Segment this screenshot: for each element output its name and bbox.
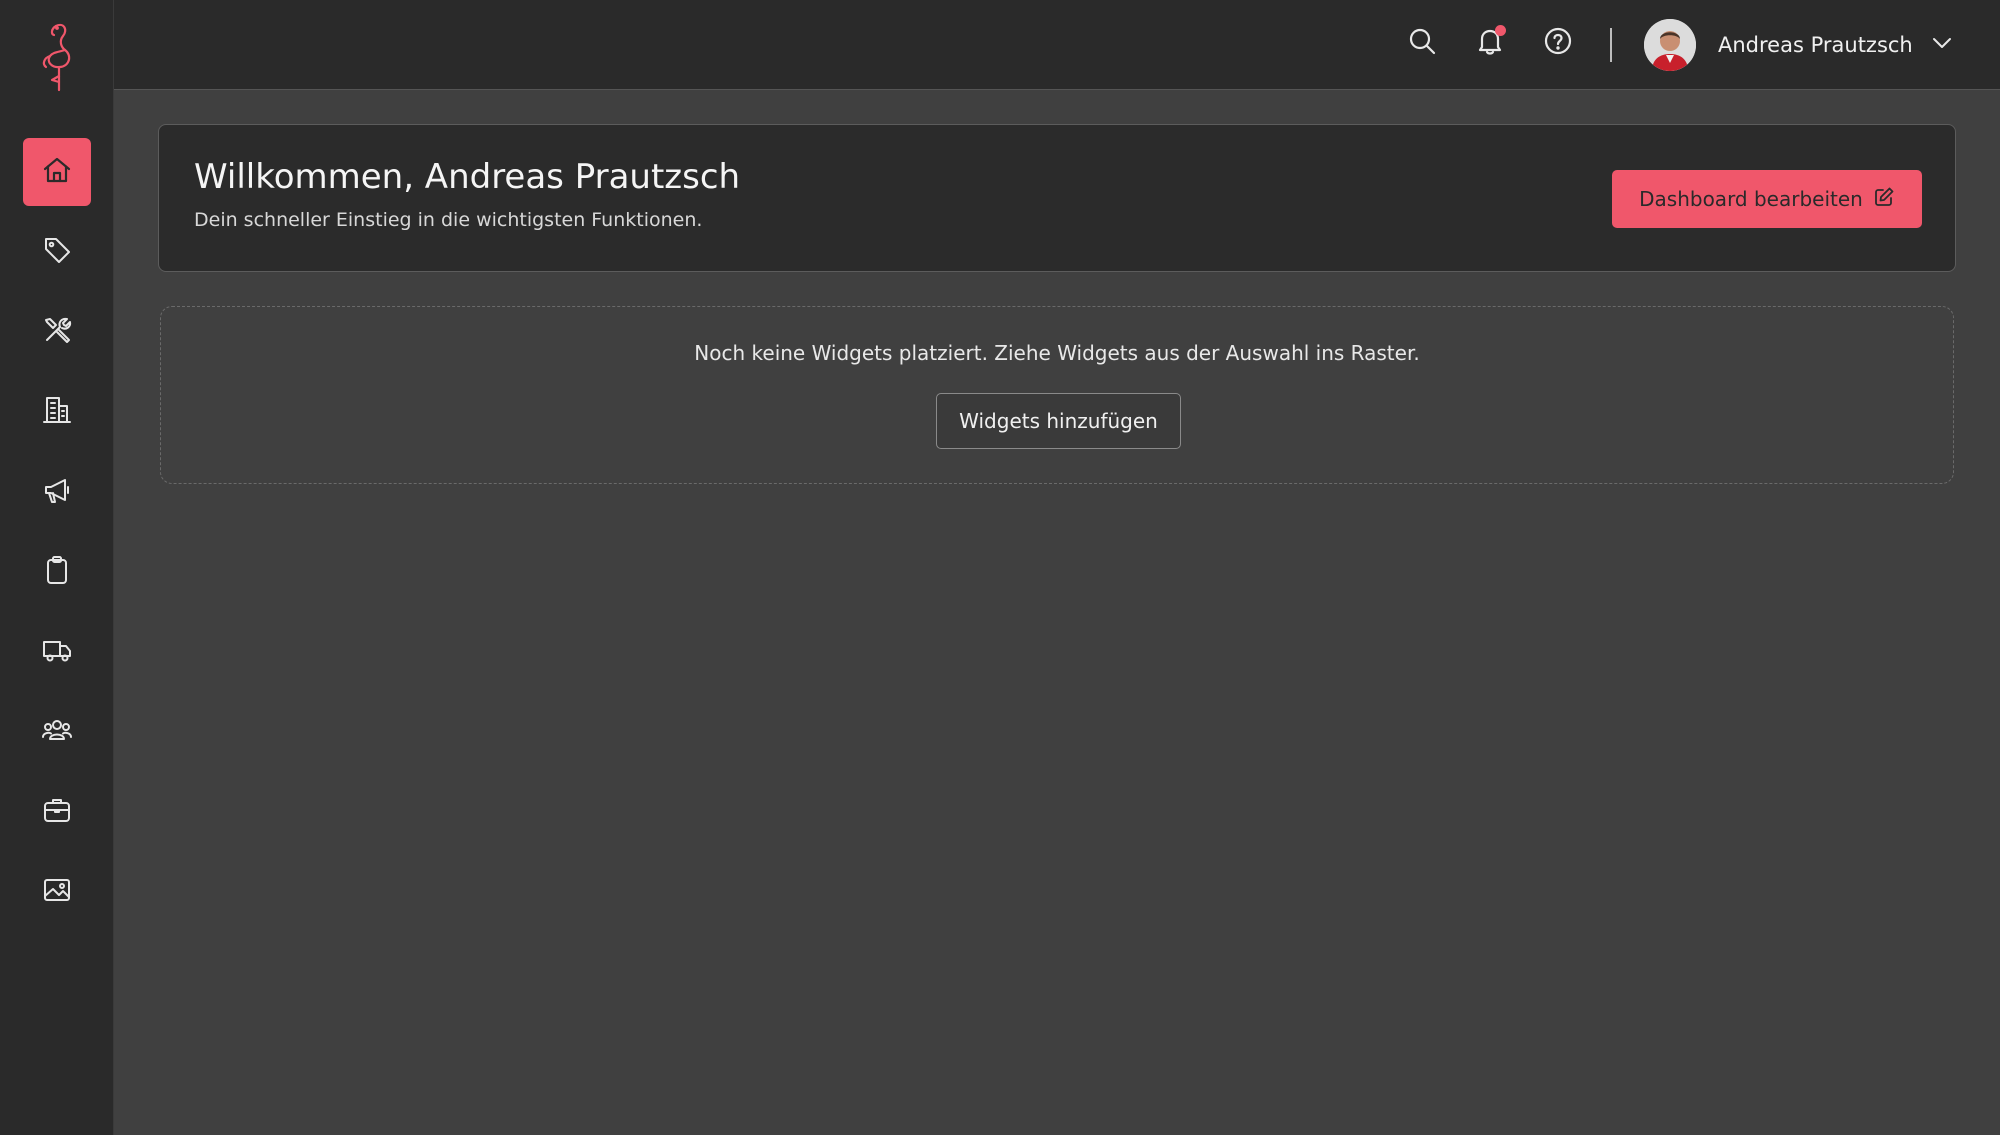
sidebar-item-tasks[interactable]: [23, 538, 91, 606]
tools-icon: [41, 314, 73, 350]
help-button[interactable]: [1538, 23, 1578, 63]
add-widgets-button[interactable]: Widgets hinzufügen: [936, 393, 1181, 449]
sidebar: [0, 0, 114, 1135]
sidebar-item-buildings[interactable]: [23, 378, 91, 446]
sidebar-item-jobs[interactable]: [23, 778, 91, 846]
flamingo-logo[interactable]: [30, 20, 84, 94]
chevron-down-icon: [1913, 30, 1955, 60]
building-icon: [41, 394, 73, 430]
home-icon: [41, 154, 73, 190]
sidebar-item-marketing[interactable]: [23, 458, 91, 526]
edit-dashboard-label: Dashboard bearbeiten: [1639, 187, 1863, 211]
top-bar: Andreas Prautzsch: [114, 0, 2000, 90]
megaphone-icon: [41, 474, 73, 510]
sidebar-item-team[interactable]: [23, 698, 91, 766]
image-icon: [41, 874, 73, 910]
notification-dot: [1495, 25, 1506, 36]
sidebar-item-home[interactable]: [23, 138, 91, 206]
widget-dropzone[interactable]: Noch keine Widgets platziert. Ziehe Widg…: [160, 306, 1954, 484]
search-icon: [1407, 26, 1437, 60]
page-title: Willkommen, Andreas Prautzsch: [194, 157, 741, 197]
briefcase-icon: [41, 794, 73, 830]
clipboard-icon: [41, 554, 73, 590]
empty-widgets-message: Noch keine Widgets platziert. Ziehe Widg…: [694, 341, 1420, 365]
sidebar-item-tags[interactable]: [23, 218, 91, 286]
tag-icon: [41, 234, 73, 270]
edit-icon: [1863, 186, 1895, 213]
welcome-card: Willkommen, Andreas Prautzsch Dein schne…: [158, 124, 1956, 272]
search-button[interactable]: [1402, 23, 1442, 63]
help-icon: [1543, 26, 1573, 60]
edit-dashboard-button[interactable]: Dashboard bearbeiten: [1612, 170, 1922, 228]
sidebar-item-tools[interactable]: [23, 298, 91, 366]
sidebar-item-media[interactable]: [23, 858, 91, 926]
truck-icon: [41, 634, 73, 670]
topbar-divider: [1610, 28, 1612, 62]
user-name: Andreas Prautzsch: [1718, 33, 1913, 57]
users-icon: [41, 714, 73, 750]
notifications-button[interactable]: [1470, 23, 1510, 63]
sidebar-item-delivery[interactable]: [23, 618, 91, 686]
user-menu[interactable]: Andreas Prautzsch: [1644, 18, 1955, 72]
avatar: [1644, 19, 1696, 71]
page-subtitle: Dein schneller Einstieg in die wichtigst…: [194, 209, 703, 231]
